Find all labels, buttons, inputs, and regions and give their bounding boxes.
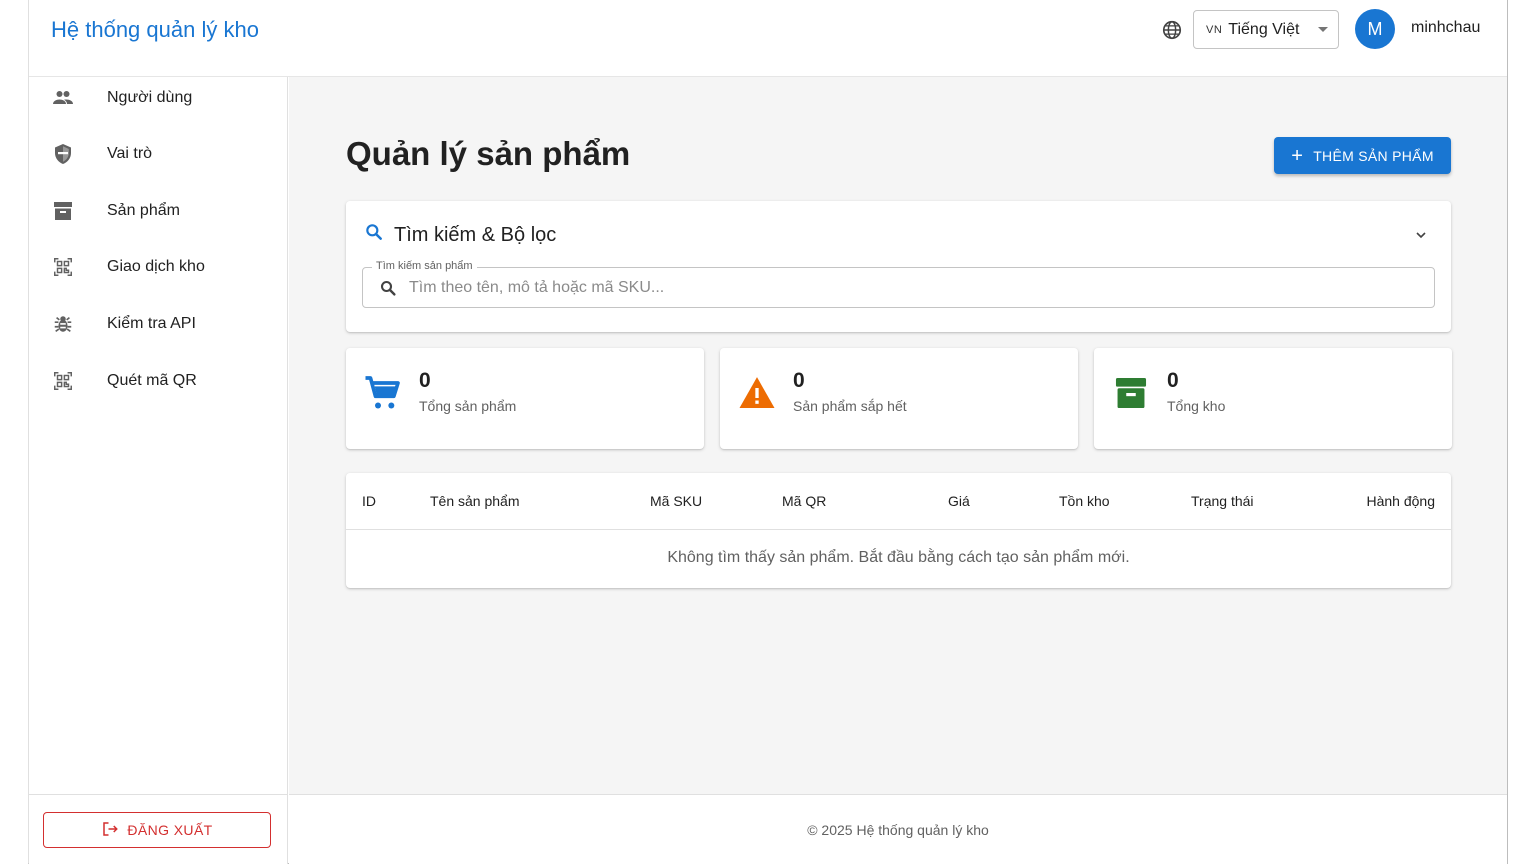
column-header-stock[interactable]: Tồn kho bbox=[1059, 493, 1110, 509]
app-window: Hệ thống quản lý kho VN Tiếng Việt M min… bbox=[28, 0, 1508, 864]
search-icon bbox=[379, 279, 397, 302]
stat-card-low-stock: 0 Sản phẩm sắp hết bbox=[720, 348, 1078, 449]
logout-button[interactable]: ĐĂNG XUẤT bbox=[43, 812, 271, 848]
page-title: Quản lý sản phẩm bbox=[346, 135, 631, 172]
logout-label: ĐĂNG XUẤT bbox=[127, 822, 213, 838]
sidebar-footer: ĐĂNG XUẤT bbox=[29, 794, 288, 864]
filter-title: Tìm kiếm & Bộ lọc bbox=[394, 223, 557, 246]
empty-table-message: Không tìm thấy sản phẩm. Bắt đầu bằng cá… bbox=[667, 549, 1130, 566]
sidebar-item-label: Sản phẩm bbox=[107, 202, 180, 219]
sidebar: Người dùng Vai trò Sản phẩm Giao dịch kh… bbox=[29, 77, 288, 864]
inventory-icon bbox=[1110, 372, 1152, 414]
sidebar-item-label: Người dùng bbox=[107, 89, 193, 106]
chevron-down-icon[interactable] bbox=[1413, 227, 1429, 248]
search-input[interactable] bbox=[409, 276, 1409, 300]
sidebar-item-transactions[interactable]: Giao dịch kho bbox=[29, 239, 288, 295]
filter-card: Tìm kiếm & Bộ lọc Tìm kiếm sản phẩm bbox=[346, 201, 1451, 332]
caret-down-icon bbox=[1318, 27, 1328, 32]
sidebar-item-api-test[interactable]: Kiểm tra API bbox=[29, 296, 288, 352]
sidebar-item-label: Quét mã QR bbox=[107, 372, 197, 389]
stat-label: Tổng sản phẩm bbox=[419, 398, 517, 414]
sidebar-item-roles[interactable]: Vai trò bbox=[29, 126, 288, 182]
search-field-label: Tìm kiếm sản phẩm bbox=[372, 260, 477, 272]
stat-label: Sản phẩm sắp hết bbox=[793, 398, 907, 414]
products-table: ID Tên sản phẩm Mã SKU Mã QR Giá Tồn kho… bbox=[346, 473, 1451, 588]
language-select[interactable]: VN Tiếng Việt bbox=[1193, 10, 1339, 49]
plus-icon: + bbox=[1291, 144, 1304, 167]
sidebar-item-qr-scan[interactable]: Quét mã QR bbox=[29, 353, 288, 409]
stat-value: 0 bbox=[1167, 369, 1179, 392]
qr-scan-icon bbox=[51, 369, 75, 393]
stat-value: 0 bbox=[419, 369, 431, 392]
people-icon bbox=[51, 86, 75, 110]
page-footer: © 2025 Hệ thống quản lý kho bbox=[289, 794, 1507, 864]
main-content: Quản lý sản phẩm + THÊM SẢN PHẨM Tìm kiế… bbox=[289, 77, 1507, 794]
archive-icon bbox=[51, 199, 75, 223]
stat-card-total-stock: 0 Tổng kho bbox=[1094, 348, 1452, 449]
sidebar-item-label: Vai trò bbox=[107, 145, 153, 162]
column-header-qr[interactable]: Mã QR bbox=[782, 493, 826, 509]
column-header-status[interactable]: Trạng thái bbox=[1191, 493, 1254, 509]
table-header: ID Tên sản phẩm Mã SKU Mã QR Giá Tồn kho… bbox=[346, 473, 1451, 530]
column-header-actions: Hành động bbox=[1366, 493, 1435, 509]
cart-icon bbox=[362, 372, 404, 414]
column-header-id[interactable]: ID bbox=[362, 493, 376, 509]
globe-icon bbox=[1161, 19, 1183, 41]
sidebar-item-label: Kiểm tra API bbox=[107, 315, 196, 332]
qr-scan-icon bbox=[51, 255, 75, 279]
language-label: Tiếng Việt bbox=[1228, 20, 1300, 38]
bug-icon bbox=[51, 312, 75, 336]
search-icon bbox=[364, 222, 394, 248]
sidebar-item-products[interactable]: Sản phẩm bbox=[29, 183, 288, 239]
stat-value: 0 bbox=[793, 369, 805, 392]
app-header: Hệ thống quản lý kho VN Tiếng Việt M min… bbox=[29, 0, 1507, 77]
footer-text: © 2025 Hệ thống quản lý kho bbox=[807, 821, 989, 838]
filter-header[interactable]: Tìm kiếm & Bộ lọc bbox=[364, 222, 556, 248]
column-header-price[interactable]: Giá bbox=[948, 493, 970, 509]
username[interactable]: minhchau bbox=[1411, 19, 1480, 37]
app-title[interactable]: Hệ thống quản lý kho bbox=[51, 17, 259, 43]
stat-card-total-products: 0 Tổng sản phẩm bbox=[346, 348, 704, 449]
shield-icon bbox=[51, 142, 75, 166]
search-field: Tìm kiếm sản phẩm bbox=[362, 260, 1435, 308]
warning-icon bbox=[736, 372, 778, 414]
add-product-button[interactable]: + THÊM SẢN PHẨM bbox=[1274, 137, 1451, 174]
column-header-name[interactable]: Tên sản phẩm bbox=[430, 493, 520, 509]
logout-icon bbox=[101, 820, 127, 841]
add-product-label: THÊM SẢN PHẨM bbox=[1313, 147, 1434, 164]
flag-vn-icon: VN bbox=[1206, 23, 1223, 36]
sidebar-item-label: Giao dịch kho bbox=[107, 258, 205, 275]
column-header-sku[interactable]: Mã SKU bbox=[650, 493, 702, 509]
avatar[interactable]: M bbox=[1355, 9, 1395, 49]
sidebar-item-users[interactable]: Người dùng bbox=[29, 70, 288, 126]
stat-label: Tổng kho bbox=[1167, 398, 1226, 414]
